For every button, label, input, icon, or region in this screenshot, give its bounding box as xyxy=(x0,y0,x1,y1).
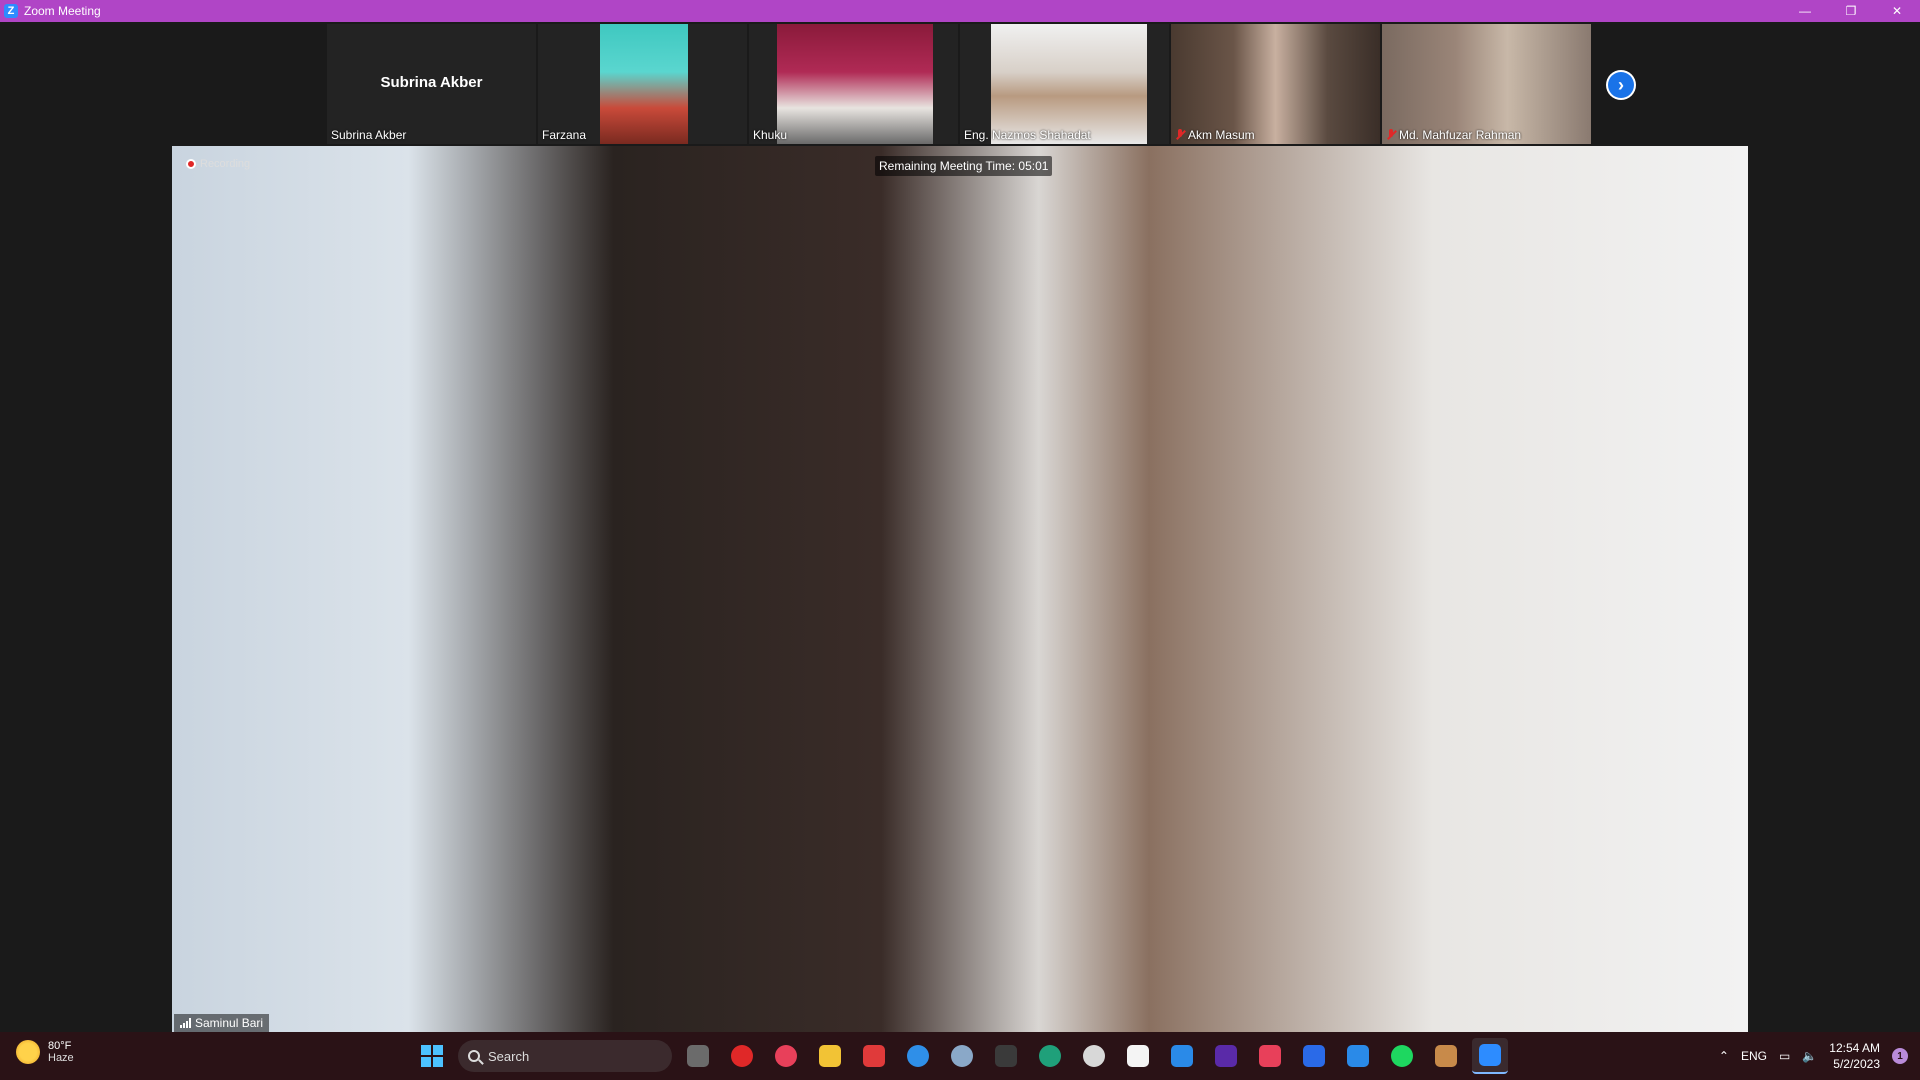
zoom-taskbar-button[interactable] xyxy=(1472,1038,1508,1074)
speaker-name-label: Saminul Bari xyxy=(174,1014,270,1032)
active-speaker-video[interactable]: Recording Remaining Meeting Time: 05:01 … xyxy=(172,146,1748,1032)
zoom-logo-icon: Z xyxy=(4,4,18,18)
network-icon[interactable]: ▭ xyxy=(1779,1049,1790,1063)
spotify-button[interactable] xyxy=(1384,1038,1420,1074)
mic-muted-icon xyxy=(1175,129,1185,141)
terminal-button[interactable] xyxy=(988,1038,1024,1074)
mic-muted-icon xyxy=(1386,129,1396,141)
edge-icon xyxy=(1039,1045,1061,1067)
weather-temp: 80°F xyxy=(48,1040,72,1052)
volume-icon[interactable]: 🔈 xyxy=(1802,1049,1817,1063)
mail-button[interactable] xyxy=(1340,1038,1376,1074)
gear-icon xyxy=(951,1045,973,1067)
weather-widget[interactable]: 80°F Haze xyxy=(16,1040,74,1064)
vscode-button[interactable] xyxy=(1164,1038,1200,1074)
close-button[interactable]: ✕ xyxy=(1874,0,1920,22)
speaker-name: Saminul Bari xyxy=(195,1016,264,1030)
notification-badge[interactable]: 1 xyxy=(1892,1048,1908,1064)
play-icon xyxy=(1215,1045,1237,1067)
app-icon xyxy=(1303,1045,1325,1067)
participant-placeholder-name: Subrina Akber xyxy=(380,74,483,91)
settings-button[interactable] xyxy=(944,1038,980,1074)
notion-button[interactable] xyxy=(1120,1038,1156,1074)
windows-logo-icon xyxy=(421,1045,443,1067)
window-controls: — ❐ ✕ xyxy=(1782,0,1920,22)
app-button[interactable] xyxy=(1296,1038,1332,1074)
participant-name: Md. Mahfuzar Rahman xyxy=(1386,128,1521,142)
participant-tile[interactable]: Farzana xyxy=(538,24,747,144)
taskbar: 80°F Haze Search ⌃ ENG ▭ 🔈 12:54 AM 5/2/… xyxy=(0,1032,1920,1080)
participant-tile[interactable]: Md. Mahfuzar Rahman xyxy=(1382,24,1591,144)
folder-icon xyxy=(819,1045,841,1067)
restore-button[interactable]: ❐ xyxy=(1828,0,1874,22)
terminal-icon xyxy=(995,1045,1017,1067)
design-app-button[interactable] xyxy=(1252,1038,1288,1074)
participant-strip: Subrina Akber Subrina Akber Farzana Khuk… xyxy=(327,24,1591,144)
edge-button[interactable] xyxy=(1032,1038,1068,1074)
chevron-up-icon[interactable]: ⌃ xyxy=(1719,1049,1729,1063)
ea-icon xyxy=(731,1045,753,1067)
taskbar-search[interactable]: Search xyxy=(458,1040,672,1072)
task-view-icon xyxy=(687,1045,709,1067)
next-page-button[interactable]: › xyxy=(1606,70,1636,100)
taskbar-apps: Search xyxy=(414,1038,1508,1074)
design-icon xyxy=(1259,1045,1281,1067)
stack-icon xyxy=(863,1045,885,1067)
clock-app-button[interactable] xyxy=(1076,1038,1112,1074)
title-bar: Z Zoom Meeting — ❐ ✕ xyxy=(0,0,1920,22)
ea-app-button[interactable] xyxy=(724,1038,760,1074)
spotify-icon xyxy=(1391,1045,1413,1067)
weather-haze-icon xyxy=(16,1040,40,1064)
participant-video xyxy=(600,24,688,144)
clock[interactable]: 12:54 AM 5/2/2023 xyxy=(1829,1040,1880,1072)
recording-dot-icon xyxy=(186,159,196,169)
participant-tile[interactable]: Khuku xyxy=(749,24,958,144)
participant-video xyxy=(991,24,1147,144)
participant-video xyxy=(777,24,933,144)
vscode-icon xyxy=(1171,1045,1193,1067)
camera-app-button[interactable] xyxy=(768,1038,804,1074)
participant-tile[interactable]: Subrina Akber Subrina Akber xyxy=(327,24,536,144)
todo-app-button[interactable] xyxy=(856,1038,892,1074)
recording-indicator: Recording xyxy=(186,158,250,170)
participant-name: Subrina Akber xyxy=(331,128,407,142)
chevron-right-icon: › xyxy=(1608,72,1634,98)
language-indicator[interactable]: ENG xyxy=(1741,1049,1767,1063)
remaining-time-banner: Remaining Meeting Time: 05:01 xyxy=(875,156,1053,176)
mail-icon xyxy=(1347,1045,1369,1067)
clock-icon xyxy=(1083,1045,1105,1067)
photo-icon xyxy=(1435,1045,1457,1067)
recording-label: Recording xyxy=(200,158,251,170)
minimize-button[interactable]: — xyxy=(1782,0,1828,22)
camera-icon xyxy=(775,1045,797,1067)
signal-strength-icon xyxy=(180,1018,191,1028)
participant-tile[interactable]: Akm Masum xyxy=(1171,24,1380,144)
system-tray: ⌃ ENG ▭ 🔈 12:54 AM 5/2/2023 1 xyxy=(1719,1032,1920,1080)
clock-time: 12:54 AM xyxy=(1829,1041,1880,1055)
search-label: Search xyxy=(488,1048,530,1064)
participant-video xyxy=(1382,24,1591,144)
participant-name: Akm Masum xyxy=(1175,128,1255,142)
participant-name: Eng. Nazmos Shahadat xyxy=(964,128,1091,142)
onedrive-button[interactable] xyxy=(900,1038,936,1074)
participant-tile[interactable]: Eng. Nazmos Shahadat xyxy=(960,24,1169,144)
participant-video xyxy=(1171,24,1380,144)
search-icon xyxy=(468,1050,480,1062)
photo-app-button[interactable] xyxy=(1428,1038,1464,1074)
cloud-icon xyxy=(907,1045,929,1067)
clock-date: 5/2/2023 xyxy=(1833,1057,1880,1071)
notion-icon xyxy=(1127,1045,1149,1067)
start-button[interactable] xyxy=(414,1038,450,1074)
zoom-icon xyxy=(1479,1044,1501,1066)
task-view-button[interactable] xyxy=(680,1038,716,1074)
participant-name: Khuku xyxy=(753,128,788,142)
weather-desc: Haze xyxy=(48,1052,74,1064)
file-explorer-button[interactable] xyxy=(812,1038,848,1074)
video-app-button[interactable] xyxy=(1208,1038,1244,1074)
participant-name: Farzana xyxy=(542,128,587,142)
window-title: Zoom Meeting xyxy=(24,4,101,18)
